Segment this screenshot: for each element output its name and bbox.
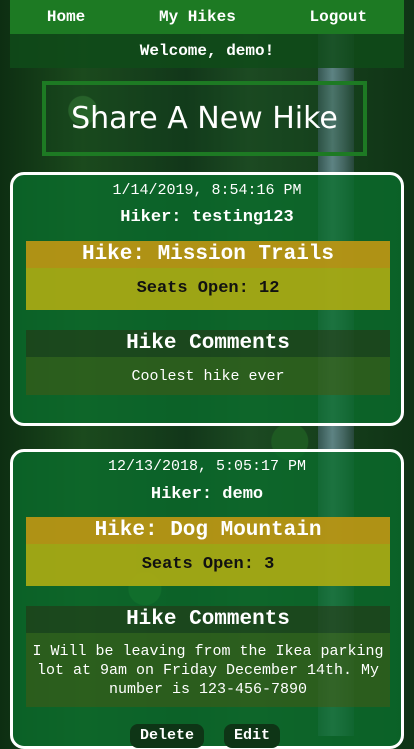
delete-button[interactable]: Delete <box>130 724 205 748</box>
hike-post-card: 1/14/2019, 8:54:16 PM Hiker: testing123 … <box>10 172 404 426</box>
post-hike-title: Hike: Mission Trails <box>26 241 390 268</box>
edit-button[interactable]: Edit <box>224 724 281 748</box>
post-comments-title: Hike Comments <box>26 606 390 633</box>
post-comment: Coolest hike ever <box>26 357 390 395</box>
post-hiker: Hiker: demo <box>150 485 264 504</box>
post-hiker: Hiker: testing123 <box>120 208 294 227</box>
post-date: 12/13/2018, 5:05:17 PM <box>107 458 307 475</box>
post-date: 1/14/2019, 8:54:16 PM <box>112 182 302 199</box>
share-new-hike-button[interactable]: Share A New Hike <box>42 81 367 156</box>
hike-post-card: 12/13/2018, 5:05:17 PM Hiker: demo Hike:… <box>10 449 404 749</box>
navbar: Home My Hikes Logout <box>10 0 404 34</box>
nav-my-hikes-link[interactable]: My Hikes <box>159 8 236 26</box>
post-seats-open: Seats Open: 3 <box>26 544 390 586</box>
welcome-message: Welcome, demo! <box>10 34 404 68</box>
nav-home-link[interactable]: Home <box>47 8 85 26</box>
post-comments-title: Hike Comments <box>26 330 390 357</box>
nav-logout-link[interactable]: Logout <box>310 8 368 26</box>
post-comment: I Will be leaving from the Ikea parking … <box>26 633 390 707</box>
post-seats-open: Seats Open: 12 <box>26 268 390 310</box>
post-hike-title: Hike: Dog Mountain <box>26 517 390 544</box>
